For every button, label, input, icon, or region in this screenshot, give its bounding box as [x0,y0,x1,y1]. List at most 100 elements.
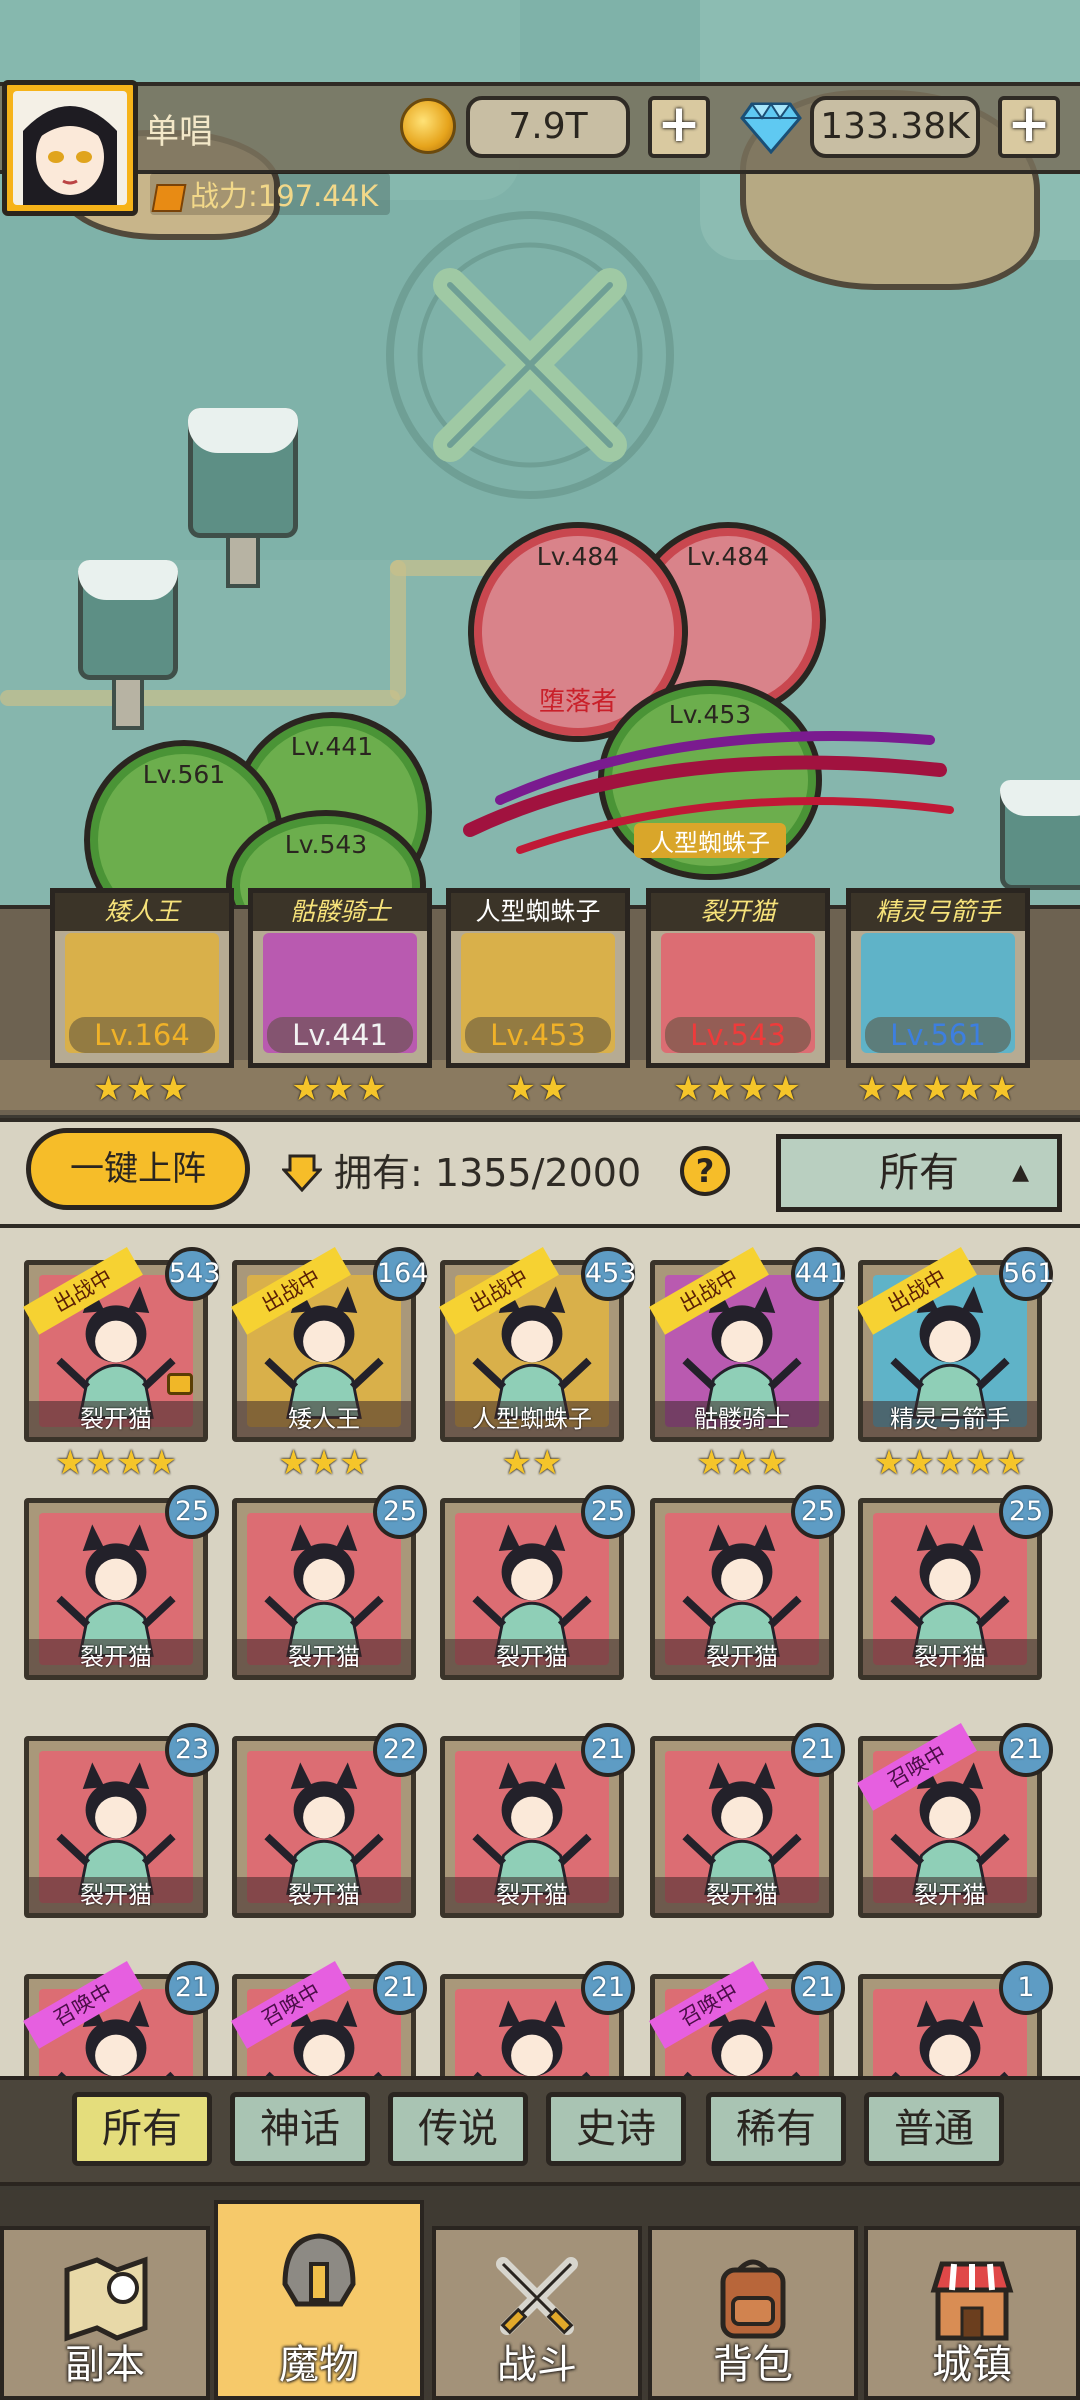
nav-label: 副本 [65,2342,145,2388]
slash-effect-icon [463,731,954,854]
map-path [390,560,406,700]
monster-card[interactable]: 矮人王 164 出战中 [231,1247,429,1442]
add-gold-button[interactable]: + [648,96,710,158]
avatar-portrait-icon [23,106,117,205]
monster-stars: ★★ [501,1443,563,1483]
battle-emblem-icon [386,211,674,499]
monster-card[interactable]: 骷髅骑士 441 出战中 [649,1247,847,1442]
monster-card[interactable]: 精灵弓箭手 561 出战中 [857,1247,1055,1442]
level-badge: 25 [373,1485,427,1539]
rarity-tab-rare[interactable]: 稀有 [706,2092,846,2166]
monster-roster: 裂开猫 543 出战中 ★★★★ 矮人王 164 出战中 ★★★ 人型蜘蛛子 453 出战中 ★★ 骷髅… [0,1224,1080,2076]
level-badge: 25 [165,1485,219,1539]
monster-card[interactable]: 裂开猫 25 [858,1485,1053,1680]
team-slot-level: Lv.441 [267,1017,413,1053]
monster-name: 骷髅骑士 [655,1401,829,1437]
arrow-down-icon [282,1154,322,1192]
nav-monsters[interactable]: 魔物 [214,2200,424,2400]
team-slot-level: Lv.561 [865,1017,1011,1053]
filter-dropdown[interactable]: 所有 ▲ [776,1134,1062,1212]
power-icon [151,184,187,212]
team-slot-stars: ★★★★★ [856,1069,1020,1109]
nav-dungeon[interactable]: 副本 [0,2226,210,2400]
level-badge: 21 [581,1723,635,1777]
nav-town[interactable]: 城镇 [864,2226,1080,2400]
monster-card[interactable]: 裂开猫 21 召唤中 [857,1723,1053,1918]
team-slot[interactable]: 骷髅骑士 Lv.441 [248,888,432,1068]
auto-deploy-button[interactable]: 一键上阵 [26,1128,250,1210]
helmet-icon [282,2233,356,2307]
team-slot[interactable]: 裂开猫 Lv.543 [646,888,830,1068]
level-badge: 1 [999,1961,1053,2015]
add-gems-button[interactable]: + [998,96,1060,158]
level-badge: 25 [999,1485,1053,1539]
monster-name: 裂开猫 [29,1401,203,1437]
map-path [0,690,400,706]
monster-card[interactable]: 裂开猫 25 [232,1485,427,1680]
monster-card[interactable]: 裂开猫 25 [440,1485,635,1680]
team-slot-stars: ★★★ [93,1069,191,1109]
rarity-tab-epic[interactable]: 史诗 [546,2092,686,2166]
map-tree [1000,780,1080,900]
rarity-tab-mythic[interactable]: 神话 [230,2092,370,2166]
monster-card[interactable]: 裂开猫 25 [24,1485,219,1680]
nav-backpack[interactable]: 背包 [648,2226,858,2400]
gold-amount: 7.9T [466,96,630,158]
level-badge: 21 [165,1961,219,2015]
level-badge: 561 [999,1247,1055,1301]
monster-name: 精灵弓箭手 [863,1401,1037,1437]
monster-card[interactable]: 21 召唤中 [231,1961,427,2076]
team-slot-level: Lv.543 [665,1017,811,1053]
team-slot-name: 矮人王 [55,893,229,931]
monster-card[interactable]: 21 召唤中 [23,1961,219,2076]
nav-label: 战斗 [497,2342,577,2388]
team-slot-stars: ★★ [505,1069,571,1109]
chevron-up-icon: ▲ [1012,1160,1029,1185]
diamond-icon [740,102,802,154]
lock-icon[interactable] [167,1373,193,1395]
combat-power: 战力:197.44K [150,173,391,215]
team-slot[interactable]: 精灵弓箭手 Lv.561 [846,888,1030,1068]
nav-label: 背包 [713,2342,793,2388]
monster-card[interactable]: 21 [440,1961,635,2076]
team-slot[interactable]: 人型蜘蛛子 Lv.453 [446,888,630,1068]
team-slot-name: 裂开猫 [651,893,825,931]
monster-name: 人型蜘蛛子 [445,1401,619,1437]
monster-card[interactable]: 裂开猫 25 [650,1485,845,1680]
map-tree [188,408,298,598]
monster-stars: ★★★ [696,1443,788,1483]
level-badge: 21 [999,1723,1053,1777]
monster-card[interactable]: 裂开猫 543 出战中 [23,1247,221,1442]
monster-name: 矮人王 [237,1401,411,1437]
team-slot-name: 人型蜘蛛子 [451,893,625,931]
nav-label: 魔物 [279,2342,359,2388]
rarity-tab-common[interactable]: 普通 [864,2092,1004,2166]
gem-amount: 133.38K [810,96,980,158]
monster-name: 裂开猫 [29,1877,203,1913]
monster-card[interactable]: 1 [858,1961,1053,2076]
monster-name: 裂开猫 [237,1877,411,1913]
player-name: 单唱 [145,112,213,152]
monster-card[interactable]: 裂开猫 21 [650,1723,845,1918]
owned-value: 1355/2000 [434,1151,642,1195]
monster-name: 裂开猫 [863,1639,1037,1675]
team-slot[interactable]: 矮人王 Lv.164 [50,888,234,1068]
monster-card[interactable]: 裂开猫 23 [24,1723,219,1918]
level-badge: 164 [373,1247,429,1301]
token-level: Lv.484 [536,542,620,571]
player-avatar[interactable] [2,80,138,216]
team-slot-stars: ★★★★ [673,1069,803,1109]
team-slot-level: Lv.453 [465,1017,611,1053]
rarity-tab-all[interactable]: 所有 [72,2092,212,2166]
level-badge: 21 [581,1961,635,2015]
monster-card[interactable]: 21 召唤中 [649,1961,845,2076]
nav-battle[interactable]: 战斗 [432,2226,642,2400]
level-badge: 453 [581,1247,637,1301]
monster-card[interactable]: 人型蜘蛛子 453 出战中 [439,1247,637,1442]
rarity-tab-legendary[interactable]: 传说 [388,2092,528,2166]
monster-name: 裂开猫 [655,1877,829,1913]
monster-card[interactable]: 裂开猫 21 [440,1723,635,1918]
help-button[interactable]: ? [680,1146,730,1196]
monster-card[interactable]: 裂开猫 22 [232,1723,427,1918]
combat-power-value: 战力:197.44K [190,179,379,213]
